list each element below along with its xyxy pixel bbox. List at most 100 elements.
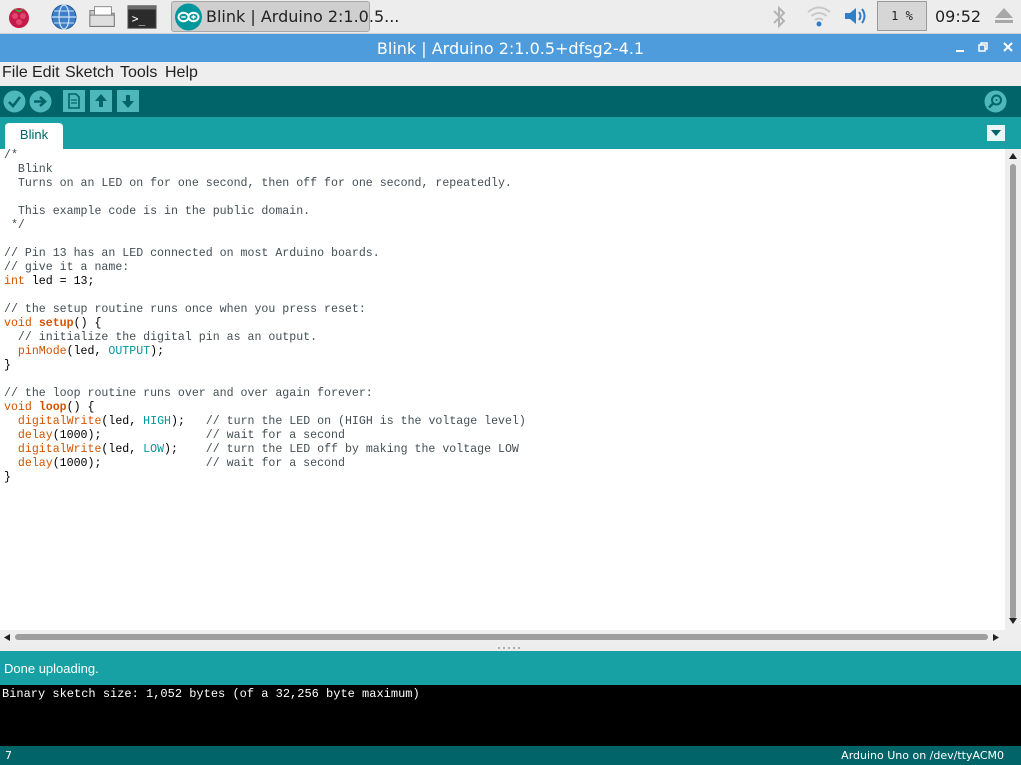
menu-edit[interactable]: Edit bbox=[32, 64, 60, 82]
line-number: 7 bbox=[5, 749, 12, 762]
vertical-scrollbar[interactable] bbox=[1005, 149, 1021, 630]
code-token: delay bbox=[17, 457, 53, 470]
code-token: This example code is in the public domai… bbox=[4, 205, 311, 218]
code-line[interactable]: Turns on an LED on for one second, then … bbox=[4, 177, 1005, 191]
web-browser-icon[interactable] bbox=[49, 2, 79, 32]
chevron-down-icon bbox=[991, 130, 1001, 136]
tab-bar: Blink bbox=[0, 117, 1021, 149]
code-token: (led, bbox=[101, 443, 144, 456]
eject-icon[interactable] bbox=[993, 6, 1015, 30]
code-line[interactable] bbox=[4, 289, 1005, 303]
code-token: LOW bbox=[143, 443, 165, 456]
code-editor[interactable]: /* Blink Turns on an LED on for one seco… bbox=[0, 149, 1005, 630]
code-line[interactable]: digitalWrite(led, HIGH); // turn the LED… bbox=[4, 415, 1005, 429]
maximize-button[interactable] bbox=[975, 38, 993, 56]
scroll-up-icon[interactable] bbox=[1008, 152, 1018, 160]
scroll-left-icon[interactable] bbox=[3, 633, 11, 642]
code-token: // give it a name: bbox=[4, 261, 130, 274]
serial-monitor-button[interactable] bbox=[984, 90, 1007, 113]
code-token: void bbox=[4, 317, 32, 330]
horizontal-scrollbar[interactable] bbox=[0, 630, 1005, 644]
code-line[interactable]: // initialize the digital pin as an outp… bbox=[4, 331, 1005, 345]
save-sketch-button[interactable] bbox=[117, 90, 139, 112]
arduino-logo-icon bbox=[174, 3, 203, 35]
close-button[interactable] bbox=[999, 38, 1017, 56]
code-line[interactable]: // Pin 13 has an LED connected on most A… bbox=[4, 247, 1005, 261]
code-token: digitalWrite bbox=[17, 415, 102, 428]
code-line[interactable]: Blink bbox=[4, 163, 1005, 177]
code-token: Turns on an LED on for one second, then … bbox=[4, 177, 512, 190]
minimize-button[interactable] bbox=[951, 38, 969, 56]
taskbar-window-button[interactable]: Blink | Arduino 2:1.0.5... bbox=[171, 1, 399, 35]
code-line[interactable] bbox=[4, 233, 1005, 247]
code-line[interactable]: This example code is in the public domai… bbox=[4, 205, 1005, 219]
horizontal-scroll-thumb[interactable] bbox=[15, 634, 988, 640]
upload-button[interactable] bbox=[29, 90, 52, 113]
code-line[interactable]: digitalWrite(led, LOW); // turn the LED … bbox=[4, 443, 1005, 457]
code-line[interactable] bbox=[4, 373, 1005, 387]
menu-help[interactable]: Help bbox=[165, 64, 198, 82]
code-line[interactable]: delay(1000); // wait for a second bbox=[4, 429, 1005, 443]
status-message: Done uploading. bbox=[4, 661, 99, 676]
code-line[interactable]: // the loop routine runs over and over a… bbox=[4, 387, 1005, 401]
menu-tools[interactable]: Tools bbox=[120, 64, 157, 82]
toolbar bbox=[0, 86, 1021, 117]
file-manager-icon[interactable] bbox=[88, 2, 118, 32]
pane-splitter[interactable] bbox=[0, 644, 1021, 651]
code-line[interactable]: // the setup routine runs once when you … bbox=[4, 303, 1005, 317]
window-titlebar[interactable]: Blink | Arduino 2:1.0.5+dfsg2-4.1 bbox=[0, 34, 1021, 62]
tab-menu-button[interactable] bbox=[987, 125, 1005, 141]
scroll-down-icon[interactable] bbox=[1008, 617, 1018, 625]
code-token: // the loop routine runs over and over a… bbox=[4, 387, 373, 400]
code-text[interactable]: /* Blink Turns on an LED on for one seco… bbox=[0, 149, 1005, 485]
code-token: delay bbox=[17, 429, 53, 442]
volume-icon[interactable] bbox=[842, 4, 870, 32]
code-line[interactable]: void loop() { bbox=[4, 401, 1005, 415]
code-line[interactable]: } bbox=[4, 359, 1005, 373]
code-token: led = 13; bbox=[24, 275, 95, 288]
menu-sketch[interactable]: Sketch bbox=[65, 64, 114, 82]
console-text: Binary sketch size: 1,052 bytes (of a 32… bbox=[2, 687, 420, 701]
scroll-right-icon[interactable] bbox=[992, 633, 1000, 642]
code-token: (1000); bbox=[52, 429, 206, 442]
code-token: ); bbox=[171, 415, 206, 428]
clock[interactable]: 09:52 bbox=[935, 7, 981, 26]
raspberry-menu-icon[interactable] bbox=[4, 2, 34, 32]
code-token: ); bbox=[164, 443, 206, 456]
code-token: setup bbox=[38, 317, 74, 330]
open-sketch-button[interactable] bbox=[90, 90, 112, 112]
code-line[interactable] bbox=[4, 191, 1005, 205]
footer-bar: 7 Arduino Uno on /dev/ttyACM0 bbox=[0, 746, 1021, 765]
grip-icon bbox=[498, 647, 520, 649]
tab-blink[interactable]: Blink bbox=[5, 123, 63, 149]
code-line[interactable]: int led = 13; bbox=[4, 275, 1005, 289]
verify-button[interactable] bbox=[3, 90, 26, 113]
code-line[interactable]: } bbox=[4, 471, 1005, 485]
code-token: // the setup routine runs once when you … bbox=[4, 303, 366, 316]
vertical-scroll-thumb[interactable] bbox=[1010, 164, 1016, 619]
console-output[interactable]: Binary sketch size: 1,052 bytes (of a 32… bbox=[0, 685, 1021, 746]
code-line[interactable]: */ bbox=[4, 219, 1005, 233]
taskbar: >_ Blink | Arduino 2:1.0.5... 1 % 09:52 bbox=[0, 0, 1021, 34]
cpu-usage-monitor[interactable]: 1 % bbox=[877, 1, 927, 31]
code-line[interactable]: // give it a name: bbox=[4, 261, 1005, 275]
code-token: HIGH bbox=[143, 415, 172, 428]
wifi-icon[interactable] bbox=[806, 3, 832, 33]
terminal-icon[interactable]: >_ bbox=[127, 2, 157, 32]
code-line[interactable]: /* bbox=[4, 149, 1005, 163]
code-token: void bbox=[4, 401, 32, 414]
code-token: (1000); bbox=[52, 457, 206, 470]
code-line[interactable]: void setup() { bbox=[4, 317, 1005, 331]
new-sketch-button[interactable] bbox=[63, 90, 85, 112]
code-line[interactable]: delay(1000); // wait for a second bbox=[4, 457, 1005, 471]
code-token: pinMode bbox=[17, 345, 67, 358]
code-token: (led, bbox=[66, 345, 109, 358]
menu-file[interactable]: File bbox=[2, 64, 28, 82]
bluetooth-icon[interactable] bbox=[769, 4, 789, 34]
code-line[interactable]: pinMode(led, OUTPUT); bbox=[4, 345, 1005, 359]
